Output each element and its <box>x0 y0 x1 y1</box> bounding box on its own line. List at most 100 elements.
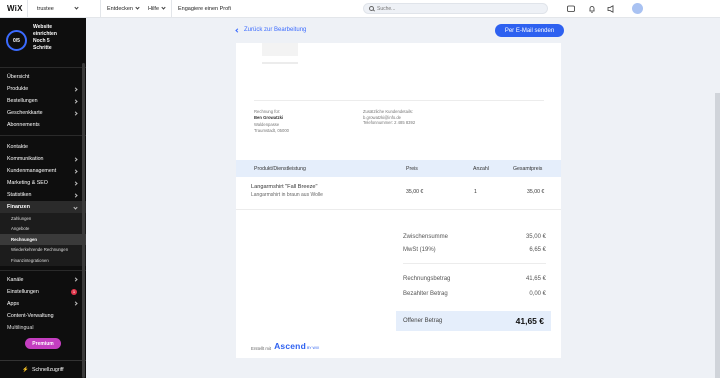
sidebar-item-label: Statistiken <box>7 192 32 198</box>
back-to-edit-link[interactable]: Zurück zur Bearbeitung <box>235 27 306 33</box>
sidebar-item-customer-management[interactable]: Kundenmanagement <box>0 165 86 177</box>
chevron-right-icon <box>73 180 78 186</box>
sidebar-item-products[interactable]: Produkte <box>0 83 86 95</box>
divider <box>171 0 173 18</box>
setup-text: Website einrichten Noch 5 Schritte <box>33 24 63 52</box>
bolt-icon: ⚡ <box>22 366 29 373</box>
divider <box>403 263 546 264</box>
chevron-right-icon <box>73 156 78 162</box>
sidebar-item-statistics[interactable]: Statistiken <box>0 189 86 201</box>
sidebar-item-channels[interactable]: Kanäle <box>0 274 86 286</box>
column-header-qty: Anzahl <box>473 166 489 172</box>
sidebar-subitem-invoices[interactable]: Rechnungen <box>0 234 86 245</box>
search-input[interactable] <box>377 5 537 12</box>
sidebar-item-label: Geschenkkarte <box>7 110 43 116</box>
sidebar-item-finance[interactable]: Finanzen <box>0 201 86 213</box>
sidebar-item-multilingual[interactable]: Multilingual <box>0 322 86 334</box>
arrow-left-icon <box>235 27 240 33</box>
sidebar-item-label: Produkte <box>7 86 29 92</box>
ascend-logo[interactable]: Ascend <box>274 341 306 351</box>
chevron-right-icon <box>73 277 78 282</box>
bell-icon[interactable] <box>587 4 597 14</box>
column-header-total: Gesamtpreis <box>513 166 543 172</box>
setup-remaining: Noch 5 Schritte <box>33 38 52 51</box>
table-header: Produkt/Dienstleistung Preis Anzahl Gesa… <box>236 160 561 177</box>
sidebar-scrollbar[interactable] <box>82 63 85 378</box>
sidebar-item-label: Kundenmanagement <box>7 168 57 174</box>
quick-access-button[interactable]: ⚡ Schnellzugriff <box>0 360 86 378</box>
sidebar-item-settings[interactable]: Einstellungen 1 <box>0 286 86 298</box>
extra-phone: Telefonnummer: 2 485 8392 <box>363 120 416 125</box>
extra-details-block: Zusätzliche Kundendetails: b.growatzki@i… <box>363 109 415 126</box>
sidebar: 0/5 Website einrichten Noch 5 Schritte Ü… <box>0 18 86 378</box>
sidebar-item-subscriptions[interactable]: Abonnements <box>0 119 86 131</box>
updates-icon[interactable] <box>606 4 616 14</box>
sidebar-item-label: Übersicht <box>7 74 30 80</box>
sidebar-item-label: Einstellungen <box>7 288 39 295</box>
paid-label: Bezahlter Betrag <box>403 291 448 297</box>
setup-widget[interactable]: 0/5 Website einrichten Noch 5 Schritte <box>0 18 86 64</box>
site-name: trustee <box>37 5 54 12</box>
subtotal-label: Zwischensumme <box>403 234 449 240</box>
sidebar-subitem-payments[interactable]: Zahlungen <box>0 213 86 224</box>
site-selector[interactable]: trustee <box>28 5 100 12</box>
ascend-logo-suffix: BY WIX <box>306 346 320 350</box>
menu-help[interactable]: Hilfe <box>148 5 166 12</box>
divider <box>100 0 101 18</box>
chevron-down-icon <box>135 5 140 10</box>
chat-icon[interactable] <box>566 4 576 14</box>
created-with-footer: Erstellt mit Ascend BY WIX <box>251 341 319 351</box>
top-bar: WiX trustee Entdecken Hilfe Engagiere ei… <box>0 0 720 18</box>
sidebar-item-gift-card[interactable]: Geschenkkarte <box>0 107 86 119</box>
menu-help-label: Hilfe <box>148 5 160 12</box>
send-email-button[interactable]: Per E-Mail senden <box>495 24 564 37</box>
main-area: Zurück zur Bearbeitung Per E-Mail senden… <box>86 18 720 378</box>
chevron-down-icon <box>74 5 79 10</box>
chevron-right-icon <box>73 168 78 174</box>
sidebar-item-apps[interactable]: Apps <box>0 298 86 310</box>
divider <box>0 269 86 271</box>
setup-progress-ring: 0/5 <box>6 30 27 51</box>
hire-expert-link[interactable]: Engagiere einen Profi <box>178 6 231 12</box>
sidebar-item-label: Kommunikation <box>7 156 44 162</box>
bill-to-block: Rechnung für: Ben Growatzki Waldenpasse … <box>254 109 289 133</box>
chevron-right-icon <box>73 110 78 116</box>
avatar[interactable] <box>632 3 643 14</box>
paid-value: 0,00 € <box>529 291 546 297</box>
subtotal-row: Zwischensumme 35,00 € <box>403 234 546 240</box>
setup-title: Website einrichten <box>33 24 57 37</box>
vat-value: 6,65 € <box>529 247 546 253</box>
placeholder-line <box>262 62 298 64</box>
divider <box>254 100 544 101</box>
sidebar-item-label: Abonnements <box>7 122 40 128</box>
divider <box>236 209 561 210</box>
logo-placeholder <box>262 43 298 56</box>
invoice-amount-row: Rechnungsbetrag 41,65 € <box>403 276 546 282</box>
open-amount-label: Offener Betrag <box>403 318 443 324</box>
sidebar-item-communication[interactable]: Kommunikation <box>0 153 86 165</box>
item-price: 35,00 € <box>406 189 424 195</box>
item-qty: 1 <box>474 189 477 195</box>
search-bar[interactable] <box>363 3 548 14</box>
sidebar-subitem-quotes[interactable]: Angebote <box>0 223 86 234</box>
menu-discover[interactable]: Entdecken <box>107 5 140 12</box>
main-scrollbar[interactable] <box>715 93 720 378</box>
sidebar-item-label: Multilingual <box>7 324 34 331</box>
vat-row: MwSt (19%) 6,65 € <box>403 247 546 253</box>
sidebar-item-content-management[interactable]: Content-Verwaltung <box>0 310 86 322</box>
divider <box>0 135 86 136</box>
open-amount-box: Offener Betrag 41,65 € <box>396 311 551 331</box>
sidebar-item-overview[interactable]: Übersicht <box>0 71 86 83</box>
sidebar-item-marketing[interactable]: Marketing & SEO <box>0 177 86 189</box>
premium-button[interactable]: Premium <box>25 338 61 349</box>
sidebar-subitem-recurring-invoices[interactable]: Wiederkehrende Rechnungen <box>0 244 86 255</box>
menu-discover-label: Entdecken <box>107 5 133 12</box>
sidebar-item-orders[interactable]: Bestellungen <box>0 95 86 107</box>
sidebar-item-contacts[interactable]: Kontakte <box>0 141 86 153</box>
sidebar-item-label: Marketing & SEO <box>7 180 48 186</box>
sidebar-subitem-finance-integrations[interactable]: Finanzintegrationen <box>0 255 86 266</box>
quick-access-label: Schnellzugriff <box>31 366 64 373</box>
wix-logo[interactable]: WiX <box>7 4 27 13</box>
chevron-right-icon <box>73 301 78 306</box>
chevron-right-icon <box>73 98 78 104</box>
